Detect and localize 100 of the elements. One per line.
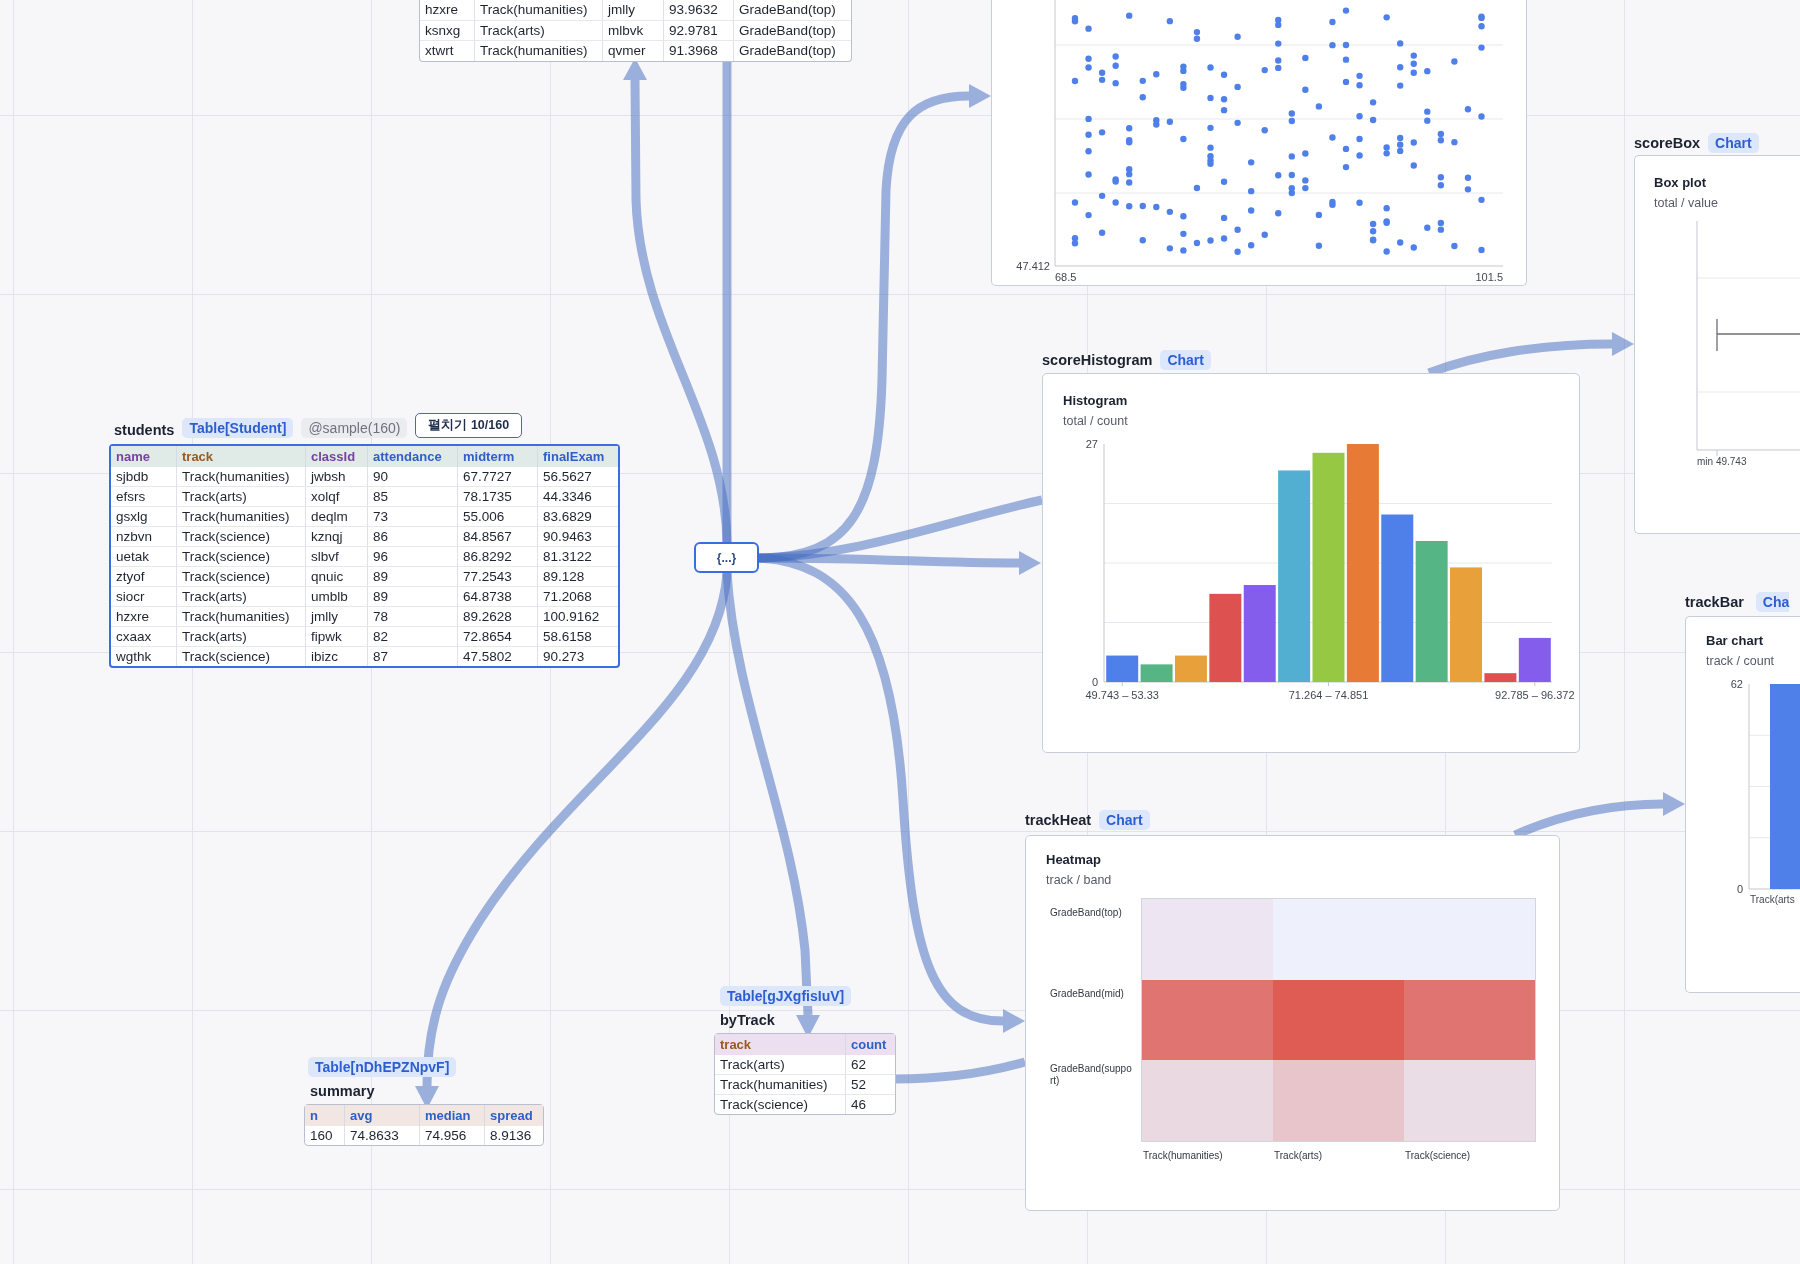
column-header[interactable]: median bbox=[419, 1105, 484, 1126]
table-cell: 67.7727 bbox=[457, 467, 537, 486]
table-cell: nzbvn bbox=[111, 526, 176, 546]
table-cell-text: sjbdb bbox=[115, 468, 150, 486]
table-cell: jwbsh bbox=[305, 467, 367, 486]
table-cell: 87 bbox=[367, 646, 457, 666]
table-cell: 74.8633 bbox=[344, 1126, 419, 1145]
column-header[interactable]: midterm bbox=[457, 446, 537, 467]
axis-label: Track(arts) bbox=[1274, 1149, 1322, 1161]
column-header[interactable]: finalExam bbox=[537, 446, 618, 467]
table-cell: 91.3968 bbox=[663, 40, 733, 61]
table-cell: 44.3346 bbox=[537, 486, 618, 506]
table-cell: 83.6829 bbox=[537, 506, 618, 526]
table-cell: 46 bbox=[845, 1094, 895, 1114]
chart-subtitle: total / count bbox=[1063, 413, 1129, 430]
table-cell: siocr bbox=[111, 586, 176, 606]
table-cell: 56.5627 bbox=[537, 467, 618, 486]
table-cell: GradeBand(top) bbox=[733, 19, 851, 40]
table-cell: Track(arts) bbox=[474, 19, 602, 40]
table-cell: Track(arts) bbox=[176, 486, 305, 506]
type-badge: Table[gJXgfisIuV] bbox=[720, 986, 852, 1006]
table-cell: Track(humanities) bbox=[715, 1074, 845, 1094]
type-badge: Chart bbox=[1099, 810, 1150, 830]
table-cell: 8.9136 bbox=[484, 1126, 543, 1145]
table-cell: Track(humanities) bbox=[474, 40, 602, 61]
node-title: scoreBox bbox=[1634, 135, 1701, 151]
axis-label: Track(science) bbox=[1405, 1149, 1471, 1161]
axis-label: min 49.743 bbox=[1697, 456, 1747, 467]
sample-badge: @sample(160) bbox=[301, 418, 408, 438]
table-cell-text: Track(arts) bbox=[719, 1056, 786, 1074]
table-cell: Track(humanities) bbox=[176, 606, 305, 626]
axis-label: 47.412 bbox=[1016, 260, 1050, 272]
table-cell: ibizc bbox=[305, 646, 367, 666]
table-cell: 85 bbox=[367, 486, 457, 506]
table-cell: xolqf bbox=[305, 486, 367, 506]
table-cell: 86.8292 bbox=[457, 546, 537, 566]
axis-label: GradeBand(top) bbox=[1050, 907, 1122, 919]
column-header[interactable]: count bbox=[845, 1034, 895, 1055]
table-cell-text: 160 bbox=[309, 1127, 334, 1145]
chart-title: Box plot bbox=[1654, 174, 1707, 191]
table-cell: ksnxg bbox=[420, 19, 474, 40]
column-header[interactable]: classId bbox=[305, 446, 367, 467]
column-header[interactable]: name bbox=[111, 446, 176, 467]
chart-subtitle: track / count bbox=[1706, 653, 1776, 670]
table-cell: Track(humanities) bbox=[176, 506, 305, 526]
table-cell: jmlly bbox=[305, 606, 367, 626]
table-cell: qnuic bbox=[305, 566, 367, 586]
table-cell: 62 bbox=[845, 1055, 895, 1074]
table-cell: 100.9162 bbox=[537, 606, 618, 626]
type-badge: Cha bbox=[1755, 592, 1790, 612]
table-cell: slbvf bbox=[305, 546, 367, 566]
type-badge: Chart bbox=[1160, 350, 1211, 370]
table-cell: qvmer bbox=[602, 40, 663, 61]
table-cell: efsrs bbox=[111, 486, 176, 506]
table-cell: 71.2068 bbox=[537, 586, 618, 606]
table-cell: 90.273 bbox=[537, 646, 618, 666]
table-cell: 73 bbox=[367, 506, 457, 526]
table-cell: 82 bbox=[367, 626, 457, 646]
axis-label: 71.264 – 74.851 bbox=[1288, 689, 1369, 701]
table-cell: fipwk bbox=[305, 626, 367, 646]
table-cell: Track(science) bbox=[176, 526, 305, 546]
table-cell: 52 bbox=[845, 1074, 895, 1094]
table-cell: Track(science) bbox=[176, 566, 305, 586]
chart-title: Histogram bbox=[1063, 392, 1129, 409]
node-title: byTrack bbox=[719, 1011, 776, 1029]
column-header[interactable]: track bbox=[715, 1034, 845, 1055]
table-cell: 77.2543 bbox=[457, 566, 537, 586]
chart-subtitle: total / value bbox=[1654, 195, 1719, 212]
expand-button[interactable]: 펼치기 10/160 bbox=[415, 413, 523, 438]
axis-label: 27 bbox=[1085, 438, 1098, 450]
type-badge: Chart bbox=[1708, 133, 1759, 153]
table-cell: uetak bbox=[111, 546, 176, 566]
axis-label: GradeBand(mid) bbox=[1050, 987, 1124, 1000]
column-header[interactable]: attendance bbox=[367, 446, 457, 467]
type-badge: Table[Student] bbox=[182, 418, 294, 438]
axis-label: 68.5 bbox=[1055, 271, 1077, 283]
table-cell: 90 bbox=[367, 467, 457, 486]
table-cell: 89 bbox=[367, 566, 457, 586]
table-cell: 58.6158 bbox=[537, 626, 618, 646]
node-title: trackBar bbox=[1685, 594, 1744, 610]
table-cell: 84.8567 bbox=[457, 526, 537, 546]
collapsed-node[interactable]: {...} bbox=[694, 542, 759, 573]
column-header[interactable]: avg bbox=[344, 1105, 419, 1126]
column-header[interactable]: spread bbox=[484, 1105, 543, 1126]
table-cell: 86 bbox=[367, 526, 457, 546]
table-cell: 78.1735 bbox=[457, 486, 537, 506]
column-header[interactable]: track bbox=[176, 446, 305, 467]
table-cell: gsxlg bbox=[111, 506, 176, 526]
chart-title: Bar chart bbox=[1706, 632, 1765, 649]
table-cell: deqlm bbox=[305, 506, 367, 526]
node-title: summary bbox=[309, 1082, 376, 1100]
table-cell: xtwrt bbox=[420, 40, 474, 61]
table-cell: ztyof bbox=[111, 566, 176, 586]
column-header[interactable]: n bbox=[305, 1105, 344, 1126]
table-cell: Track(humanities) bbox=[176, 467, 305, 486]
table-cell: GradeBand(top) bbox=[733, 0, 851, 20]
type-badge: Table[nDhEPZNpvF] bbox=[308, 1057, 457, 1077]
table-cell: 47.5802 bbox=[457, 646, 537, 666]
table-cell: jmlly bbox=[602, 0, 663, 20]
node-title: trackHeat bbox=[1025, 812, 1092, 828]
